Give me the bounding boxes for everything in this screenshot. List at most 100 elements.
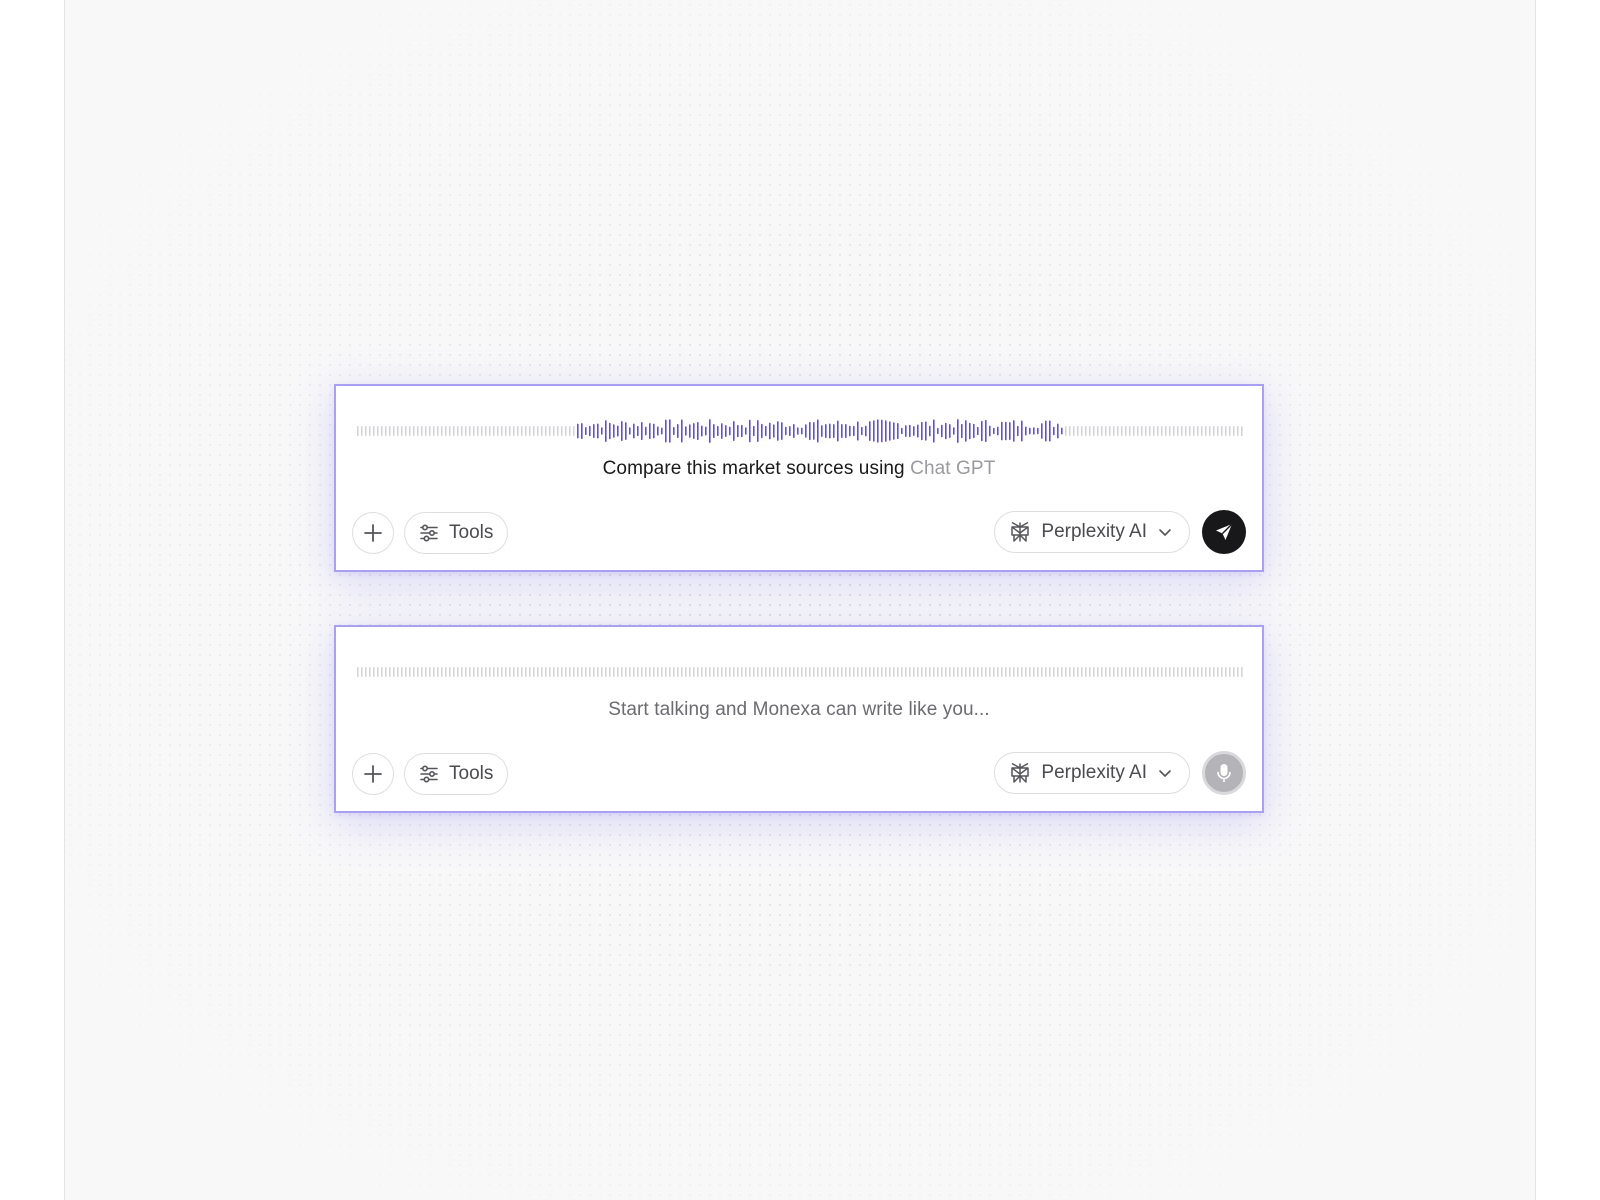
waveform-bar (569, 426, 571, 436)
waveform-bar-active (597, 423, 599, 439)
waveform-bar (1037, 667, 1039, 677)
waveform-bar (709, 667, 711, 677)
waveform-bar (477, 426, 479, 436)
waveform-bar (1089, 667, 1091, 677)
waveform-bar (1101, 667, 1103, 677)
waveform-bar (465, 667, 467, 677)
waveform-bar (989, 667, 991, 677)
waveform-bar (1065, 667, 1067, 677)
waveform-bar (553, 667, 555, 677)
waveform-bar (1173, 667, 1175, 677)
waveform-bar (481, 426, 483, 436)
send-button[interactable] (1202, 510, 1246, 554)
waveform-bar (689, 667, 691, 677)
waveform-bar-active (701, 425, 703, 437)
waveform-bar (601, 667, 603, 677)
waveform-bar (861, 667, 863, 677)
waveform-bar-active (1013, 420, 1015, 442)
waveform-bar-active (769, 422, 771, 440)
waveform-bar-active (673, 426, 675, 436)
waveform-bar (985, 667, 987, 677)
tools-button[interactable]: Tools (404, 753, 509, 795)
waveform-bar (701, 667, 703, 677)
add-attachment-button[interactable] (352, 512, 394, 554)
waveform-bar (525, 667, 527, 677)
waveform-bar (1205, 426, 1207, 436)
input-placeholder[interactable]: Start talking and Monexa can write like … (336, 699, 1262, 721)
waveform-bar (721, 667, 723, 677)
waveform-bar (649, 667, 651, 677)
waveform-bar (541, 667, 543, 677)
waveform-bar-active (1061, 427, 1063, 435)
waveform-bar (429, 426, 431, 436)
waveform-bar (1189, 426, 1191, 436)
waveform-bar (437, 667, 439, 677)
waveform-bar-active (629, 427, 631, 435)
microphone-button[interactable] (1202, 751, 1246, 795)
waveform-bar-active (621, 420, 623, 442)
waveform-bar (357, 667, 359, 677)
waveform-bar-active (765, 425, 767, 437)
waveform-bar-active (1025, 426, 1027, 436)
waveform-bar (1205, 667, 1207, 677)
waveform-bar (673, 667, 675, 677)
waveform-bar (1005, 667, 1007, 677)
waveform-bar-active (697, 421, 699, 441)
waveform-bar (789, 667, 791, 677)
waveform-bar (953, 667, 955, 677)
tools-label: Tools (449, 522, 494, 543)
waveform-bar (505, 426, 507, 436)
waveform-bar-active (845, 424, 847, 438)
waveform-bar-active (709, 419, 711, 443)
waveform-bar-active (837, 420, 839, 442)
waveform-bar-active (861, 426, 863, 436)
add-attachment-button[interactable] (352, 753, 394, 795)
tools-button[interactable]: Tools (404, 512, 509, 554)
waveform-bar (1045, 667, 1047, 677)
perplexity-logo-icon (1009, 762, 1031, 784)
waveform-bar-active (925, 421, 927, 441)
waveform-bar (1025, 667, 1027, 677)
waveform-bar (1137, 426, 1139, 436)
waveform-bar (785, 667, 787, 677)
waveform-bar (681, 667, 683, 677)
waveform-bar (1001, 667, 1003, 677)
waveform-bar-active (857, 421, 859, 441)
waveform-bar (661, 667, 663, 677)
model-selector-dropdown[interactable]: Perplexity AI (994, 752, 1190, 794)
waveform-bar (1225, 426, 1227, 436)
waveform-bar (741, 667, 743, 677)
waveform-bar-active (1001, 421, 1003, 441)
waveform-bar (1197, 426, 1199, 436)
waveform-bar (393, 667, 395, 677)
waveform-bar (589, 667, 591, 677)
waveform-bar (693, 667, 695, 677)
perplexity-logo-icon (1009, 521, 1031, 543)
waveform-bar (1157, 667, 1159, 677)
waveform-bar (509, 426, 511, 436)
waveform-bar-active (705, 426, 707, 436)
waveform-bar-active (757, 420, 759, 442)
waveform-bar (1101, 426, 1103, 436)
waveform-bar (609, 667, 611, 677)
model-selector-dropdown[interactable]: Perplexity AI (994, 511, 1190, 553)
waveform-bar (997, 667, 999, 677)
waveform-bar (1065, 426, 1067, 436)
waveform-bar (1153, 667, 1155, 677)
waveform-bar (509, 667, 511, 677)
waveform-bar (685, 667, 687, 677)
waveform-bar (1089, 426, 1091, 436)
waveform-bar (489, 426, 491, 436)
waveform-bar (633, 667, 635, 677)
waveform-bar (561, 667, 563, 677)
waveform-bar (1125, 667, 1127, 677)
waveform-bar-active (589, 425, 591, 437)
waveform-bar (841, 667, 843, 677)
waveform-bar (557, 426, 559, 436)
waveform-bar (877, 667, 879, 677)
waveform-bar (1069, 426, 1071, 436)
waveform-bar (981, 667, 983, 677)
waveform-bar-active (833, 424, 835, 438)
waveform-bar (557, 667, 559, 677)
waveform-bar-active (897, 423, 899, 439)
